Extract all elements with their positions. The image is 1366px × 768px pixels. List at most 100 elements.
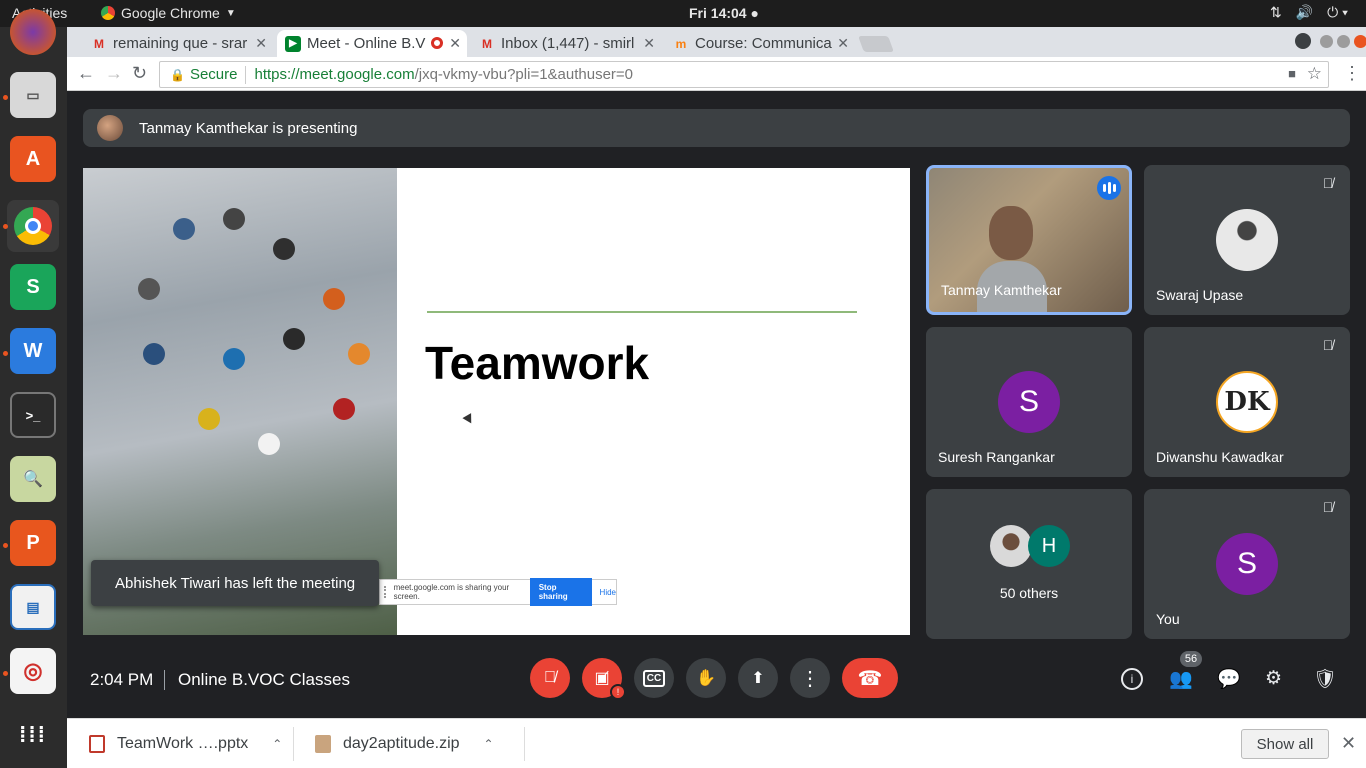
download-item[interactable]: day2aptitude.zip ⌃ [315, 719, 494, 768]
mic-off-icon: 🎙̸ [1322, 499, 1334, 515]
download-item[interactable]: TeamWork ….pptx ⌃ [89, 719, 282, 768]
leave-call-button[interactable]: ☎ [842, 658, 898, 698]
address-bar[interactable]: 🔒 Secure https://meet.google.com /jxq-vk… [159, 61, 1329, 88]
tab-course[interactable]: m Course: Communica ✕ [665, 30, 855, 57]
running-indicator [3, 543, 8, 548]
close-icon[interactable]: ✕ [643, 35, 655, 52]
menu-icon[interactable]: ⋮ [1343, 63, 1361, 84]
maximize-button[interactable] [1337, 35, 1350, 48]
download-filename: day2aptitude.zip [343, 735, 460, 752]
system-top-bar: Activities Google Chrome ▼ Fri 14:04 ● ⇅… [0, 0, 1366, 27]
mic-toggle-button[interactable]: 🎙̸ [530, 658, 570, 698]
bookmark-star-icon[interactable]: ☆ [1307, 64, 1322, 84]
lock-icon: 🔒 [170, 67, 185, 82]
forward-button[interactable]: → [105, 63, 123, 84]
raise-hand-button[interactable]: ✋ [686, 658, 726, 698]
show-all-button[interactable]: Show all [1241, 729, 1329, 759]
pptx-file-icon [89, 735, 105, 753]
wps-writer-icon[interactable]: W [10, 328, 56, 374]
power-icon: ⏻ ▾ [1327, 4, 1348, 20]
skydiver [333, 398, 355, 420]
app-grid-icon[interactable]: ⁞⁞⁞ [10, 712, 56, 758]
people-icon[interactable]: 👥 [1169, 667, 1193, 691]
toolbar: ← → ↻ 🔒 Secure https://meet.google.com /… [67, 57, 1366, 91]
participant-name: Tanmay Kamthekar [941, 282, 1062, 298]
chevron-down-icon: ▼ [225, 7, 236, 19]
skydiver [273, 238, 295, 260]
avatar-initial: S [1018, 385, 1039, 418]
reload-button[interactable]: ↻ [132, 63, 147, 84]
system-tray[interactable]: ⇅ 🔊 ⏻ ▾ [1270, 4, 1348, 21]
close-icon[interactable]: ✕ [837, 35, 849, 52]
zip-file-icon [315, 735, 331, 753]
running-indicator [3, 351, 8, 356]
participant-tile-you[interactable]: 🎙̸ S You [1144, 489, 1350, 639]
avatar-initial: H [1041, 534, 1057, 557]
activities-icon[interactable]: ⚙ [1265, 667, 1282, 690]
participant-name: You [1156, 611, 1180, 627]
clock[interactable]: Fri 14:04 ● [689, 5, 759, 21]
secure-label: Secure [189, 66, 238, 83]
participant-tile-suresh[interactable]: S Suresh Rangankar [926, 327, 1132, 477]
new-tab-button[interactable] [858, 36, 894, 52]
camera-toggle-button[interactable]: ▣̸ ! [582, 658, 626, 700]
back-button[interactable]: ← [77, 63, 95, 84]
participant-tile-diwanshu[interactable]: 🎙̸ DK Diwanshu Kawadkar [1144, 327, 1350, 477]
skydiver [173, 218, 195, 240]
mic-off-icon: 🎙̸ [1322, 337, 1334, 353]
chat-icon[interactable]: 💬 [1217, 667, 1241, 691]
dock: ▭ A S W >_ 🔍 P ▤ ◎ ⁞⁞⁞ [0, 9, 67, 768]
meeting-time: 2:04 PM [90, 670, 154, 689]
camera-icon[interactable]: ■ [1288, 66, 1296, 81]
skydiver [223, 348, 245, 370]
screen-share-notice: meet.google.com is sharing your screen. … [379, 578, 617, 606]
participant-tile-others[interactable]: H 50 others [926, 489, 1132, 639]
download-shelf: TeamWork ….pptx ⌃ day2aptitude.zip ⌃ Sho… [67, 718, 1366, 768]
download-filename: TeamWork ….pptx [117, 735, 249, 752]
tab-meet[interactable]: ▶ Meet - Online B.V ✕ [277, 30, 467, 57]
close-icon[interactable]: ✕ [449, 35, 461, 52]
tab-gmail-inbox[interactable]: M Inbox (1,447) - smirl ✕ [471, 30, 661, 57]
avatar [990, 525, 1032, 567]
profile-icon[interactable] [1295, 33, 1311, 49]
present-button[interactable]: ⬆ [738, 658, 778, 698]
network-icon: ⇅ [1269, 4, 1282, 20]
wps-spreadsheet-icon[interactable]: S [10, 264, 56, 310]
app-menu[interactable]: Google Chrome ▼ [101, 5, 236, 21]
participant-tile-tanmay[interactable]: Tanmay Kamthekar [926, 165, 1132, 315]
close-window-button[interactable] [1354, 35, 1366, 48]
firefox-icon[interactable] [10, 9, 56, 55]
stop-sharing-button[interactable]: Stop sharing [529, 578, 592, 606]
libreoffice-impress-icon[interactable]: ▤ [10, 584, 56, 630]
chevron-up-icon[interactable]: ⌃ [484, 737, 494, 751]
image-viewer-icon[interactable]: 🔍 [10, 456, 56, 502]
host-controls-icon[interactable]: 🛡 [1313, 667, 1337, 691]
notification-toast: Abhishek Tiwari has left the meeting [91, 560, 379, 606]
close-icon[interactable]: ✕ [1341, 733, 1356, 754]
minimize-button[interactable] [1320, 35, 1333, 48]
drag-handle[interactable] [384, 586, 390, 598]
tab-gmail-remaining[interactable]: M remaining que - srar ✕ [83, 30, 273, 57]
avatar: DK [1216, 371, 1278, 433]
record-icon[interactable]: ◎ [10, 648, 56, 694]
avatar: S [1216, 533, 1278, 595]
files-icon[interactable]: ▭ [10, 72, 56, 118]
participant-tile-swaraj[interactable]: 🎙̸ Swaraj Upase [1144, 165, 1350, 315]
participant-name: 50 others [999, 585, 1059, 601]
participant-name: Swaraj Upase [1156, 287, 1244, 303]
meeting-name: Online B.VOC Classes [178, 670, 350, 689]
divider [293, 727, 294, 761]
meeting-info-icon[interactable]: i [1121, 668, 1143, 690]
hide-button[interactable]: Hide [600, 588, 616, 597]
chrome-icon[interactable] [7, 200, 59, 252]
terminal-icon[interactable]: >_ [10, 392, 56, 438]
more-options-button[interactable]: ⋮ [790, 658, 830, 698]
tab-label: Inbox (1,447) - smirl [501, 35, 635, 52]
captions-button[interactable]: CC [634, 658, 674, 698]
software-icon[interactable]: A [10, 136, 56, 182]
running-indicator [3, 671, 8, 676]
mic-off-icon: 🎙̸ [544, 669, 556, 686]
close-icon[interactable]: ✕ [255, 35, 267, 52]
wps-presentation-icon[interactable]: P [10, 520, 56, 566]
chevron-up-icon[interactable]: ⌃ [272, 737, 282, 751]
